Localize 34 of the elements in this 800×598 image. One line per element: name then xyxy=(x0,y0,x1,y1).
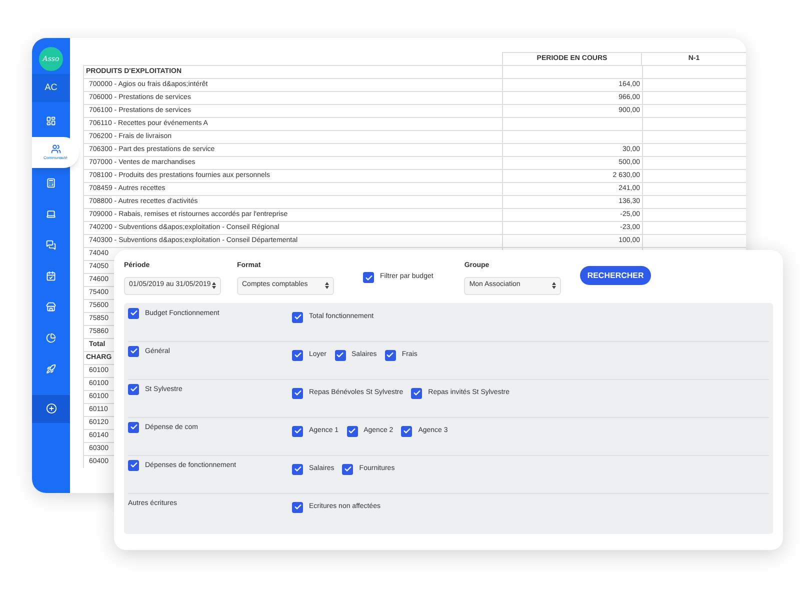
calculator-icon xyxy=(46,178,56,188)
checkbox[interactable] xyxy=(292,502,303,512)
chat-icon xyxy=(46,240,56,250)
sort-arrows-icon xyxy=(325,282,329,289)
checkbox[interactable] xyxy=(292,464,303,474)
checkbox[interactable] xyxy=(292,388,303,398)
add-icon xyxy=(46,403,56,414)
sort-arrows-icon xyxy=(212,282,216,289)
checkbox[interactable] xyxy=(292,350,303,360)
checkbox[interactable] xyxy=(334,350,346,360)
pie-chart-icon xyxy=(46,333,56,343)
rocket-icon xyxy=(46,364,56,374)
checkbox[interactable] xyxy=(342,464,354,474)
add-item[interactable] xyxy=(32,394,70,422)
checkbox[interactable] xyxy=(346,426,358,436)
checkbox[interactable] xyxy=(128,308,139,318)
checkbox[interactable] xyxy=(128,460,139,470)
people-icon xyxy=(50,144,60,154)
checkbox[interactable] xyxy=(128,346,139,356)
checkbox[interactable] xyxy=(128,384,139,394)
sort-arrows-icon xyxy=(552,282,556,289)
search-button[interactable]: RECHERCHER xyxy=(580,266,651,285)
checkbox[interactable] xyxy=(401,426,412,436)
checkbox[interactable] xyxy=(292,426,303,436)
checkbox[interactable] xyxy=(292,312,303,322)
calendar-icon xyxy=(46,271,56,281)
laptop-icon xyxy=(46,209,56,219)
checkbox[interactable] xyxy=(384,350,396,360)
user-initials: AC xyxy=(44,81,58,94)
checkbox[interactable] xyxy=(411,388,422,398)
dashboard-icon xyxy=(46,116,56,126)
store-icon xyxy=(46,302,56,312)
checkbox[interactable] xyxy=(128,422,139,432)
checkbox[interactable] xyxy=(363,272,374,283)
